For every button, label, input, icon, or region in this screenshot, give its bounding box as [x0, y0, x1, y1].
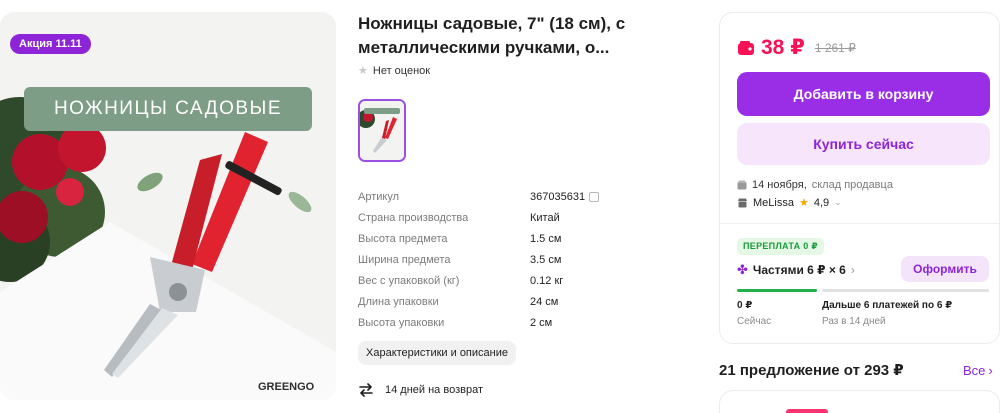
spec-name: Артикул — [358, 190, 400, 203]
return-text: 14 дней на возврат — [385, 384, 483, 396]
installments-link[interactable]: ✤ Частями 6 ₽ × 6 › — [737, 262, 855, 278]
payment-progress-later — [822, 289, 989, 292]
delivery-info: 14 ноября, склад продавца — [737, 179, 893, 191]
return-arrows-icon — [359, 383, 373, 397]
spec-name: Ширина предмета — [358, 253, 451, 266]
seller-rating: 4,9 — [813, 196, 830, 209]
star-icon: ★ — [798, 197, 809, 209]
buy-card: 38 ₽ 1 261 ₽ Добавить в корзину Купить с… — [719, 12, 1000, 344]
price: 38 ₽ — [761, 36, 805, 59]
spec-value: 367035631 — [530, 190, 600, 203]
star-icon: ★ — [358, 65, 368, 77]
chevron-right-icon: › — [850, 263, 855, 277]
spec-row: Длина упаковки 24 см — [358, 291, 618, 312]
rating[interactable]: ★ Нет оценок — [358, 64, 431, 78]
pay-later-amount: Дальше 6 платежей по 6 ₽ — [822, 300, 953, 311]
pay-later: Дальше 6 платежей по 6 ₽ Раз в 14 дней — [822, 300, 952, 327]
spec-row: Страна производства Китай — [358, 207, 618, 228]
offer-card[interactable] — [719, 390, 1000, 413]
all-offers-label: Все — [963, 363, 986, 378]
spec-row: Высота предмета 1.5 см — [358, 228, 618, 249]
brand-logo: GREENGO — [258, 381, 315, 393]
spec-name: Вес с упаковкой (кг) — [358, 274, 460, 287]
offers-heading: 21 предложение от 293 ₽ — [719, 362, 904, 379]
old-price: 1 261 ₽ — [814, 40, 856, 55]
spec-name: Длина упаковки — [358, 295, 439, 308]
chevron-right-icon: › — [988, 363, 993, 378]
copy-icon[interactable] — [589, 191, 600, 202]
delivery-source: склад продавца — [811, 179, 893, 191]
chevron-down-icon: ⌄ — [834, 197, 842, 207]
specs-table: Артикул 367035631 Страна производства Ки… — [358, 186, 618, 333]
product-image[interactable]: Акция 11.11 НОЖНИЦЫ САДОВЫЕ GREENGO — [0, 12, 336, 400]
wallet-icon — [738, 40, 754, 55]
divider — [720, 223, 999, 224]
spec-name: Страна производства — [358, 211, 469, 224]
scissors-illustration — [0, 97, 336, 400]
seller-name: MeLissa — [753, 196, 794, 209]
product-title: Ножницы садовые, 7" (18 см), с металличе… — [358, 14, 626, 57]
order-installments-button[interactable]: Оформить — [901, 256, 989, 282]
return-policy[interactable]: 14 дней на возврат — [358, 383, 483, 397]
installments-text: Частями 6 ₽ × 6 — [752, 263, 846, 277]
spec-value: 2 см — [530, 316, 553, 329]
thumbnail-selected[interactable] — [358, 99, 406, 162]
delivery-date: 14 ноября, — [752, 179, 807, 191]
pay-later-label: Раз в 14 дней — [822, 316, 886, 327]
all-offers-link[interactable]: Все › — [963, 363, 993, 378]
price-row: 38 ₽ 1 261 ₽ — [737, 35, 856, 60]
rating-text: Нет оценок — [372, 64, 431, 77]
spec-row: Высота упаковки 2 см — [358, 312, 618, 333]
offer-price — [786, 409, 828, 413]
seller-link[interactable]: MeLissa ★ 4,9 ⌄ — [737, 196, 842, 209]
spec-name: Высота предмета — [358, 232, 448, 245]
pay-now-label: Сейчас — [737, 316, 772, 327]
pay-now-amount: 0 ₽ — [737, 300, 753, 311]
buy-now-button[interactable]: Купить сейчас — [737, 123, 990, 165]
spec-row: Вес с упаковкой (кг) 0.12 кг — [358, 270, 618, 291]
spec-row: Артикул 367035631 — [358, 186, 618, 207]
pay-now: 0 ₽ Сейчас — [737, 300, 771, 327]
shop-icon — [738, 198, 747, 207]
payment-progress-now — [737, 289, 817, 292]
spec-value: 1.5 см — [530, 232, 562, 245]
add-to-cart-button[interactable]: Добавить в корзину — [737, 72, 990, 116]
spec-value: 0.12 кг — [530, 274, 564, 287]
spec-name: Высота упаковки — [358, 316, 445, 329]
characteristics-button[interactable]: Характеристики и описание — [358, 341, 516, 365]
spec-value: 3.5 см — [530, 253, 562, 266]
spec-row: Ширина предмета 3.5 см — [358, 249, 618, 270]
box-icon — [737, 180, 747, 190]
promo-badge: Акция 11.11 — [10, 34, 91, 54]
overpay-badge: ПЕРЕПЛАТА 0 ₽ — [737, 238, 824, 255]
thumbnail-image — [360, 101, 404, 160]
image-banner: НОЖНИЦЫ САДОВЫЕ — [24, 87, 312, 131]
spec-value: Китай — [530, 211, 560, 224]
installments-icon: ✤ — [737, 262, 748, 277]
spec-value: 24 см — [530, 295, 559, 308]
article-number: 367035631 — [530, 190, 586, 203]
